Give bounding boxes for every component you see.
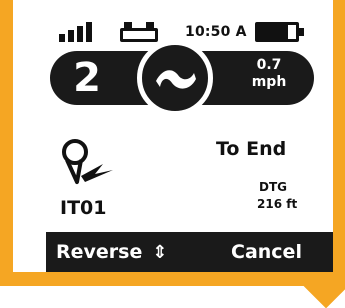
battery-icon (255, 22, 305, 42)
cart-battery-icon (120, 22, 162, 42)
softkey-bar: Reverse ⇕ Cancel (46, 232, 333, 272)
waypoint-name: IT01 (60, 197, 107, 219)
reverse-label: Reverse (56, 241, 143, 263)
display-screen: 10:50 A 2 0.7 mph IT01 To End DTG 216 ft… (13, 0, 333, 272)
speed-unit: mph (251, 74, 287, 90)
clock-time: 10:50 A (185, 24, 247, 40)
cancel-button[interactable]: Cancel (231, 232, 302, 272)
gear-indicator: 2 (73, 55, 101, 101)
signal-strength-icon (59, 22, 95, 42)
battery-level-fill (258, 25, 289, 39)
waypoint-pin-icon (61, 138, 117, 192)
dtg-label: DTG (259, 180, 287, 194)
reverse-button[interactable]: Reverse ⇕ (56, 232, 167, 272)
speed-value: 0.7 (256, 57, 282, 73)
up-down-arrow-icon: ⇕ (152, 242, 168, 263)
dtg-value: 216 ft (257, 197, 298, 211)
heading-arrow-icon (137, 40, 213, 116)
speed-readout: 0.7 mph (241, 57, 297, 91)
route-title: To End (216, 138, 287, 160)
status-bar: 10:50 A (13, 0, 333, 44)
